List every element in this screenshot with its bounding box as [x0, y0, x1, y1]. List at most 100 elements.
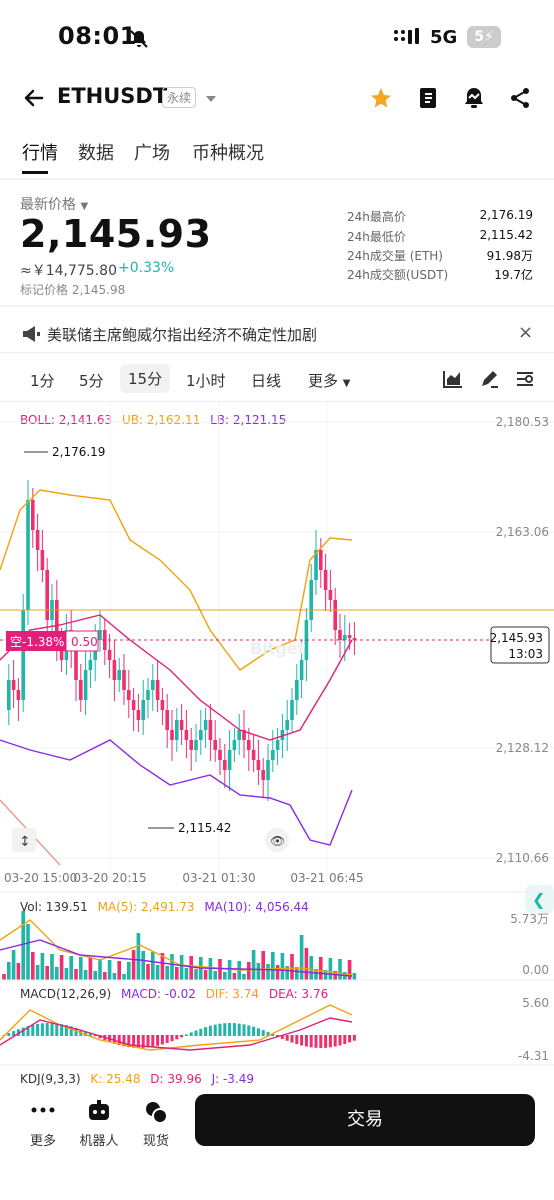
macd-name: MACD(12,26,9): [20, 987, 112, 1001]
share-icon[interactable]: [509, 86, 531, 110]
chart-type-icon[interactable]: [443, 370, 463, 388]
mute-bell-icon: [130, 30, 148, 48]
volume-legend: Vol: 139.51 MA(5): 2,491.73 MA(10): 4,05…: [20, 900, 309, 914]
tab-data[interactable]: 数据: [78, 139, 114, 165]
more-dots-icon[interactable]: [31, 1106, 55, 1114]
kdj-d: D: 39.96: [150, 1072, 202, 1086]
news-ticker[interactable]: 美联储主席鲍威尔指出经济不确定性加剧: [47, 324, 317, 345]
candle-body: [146, 690, 150, 700]
price-alert-icon[interactable]: [462, 86, 486, 110]
candle-body: [237, 730, 241, 740]
candle-body: [266, 760, 270, 780]
stat-value: 19.7亿: [494, 268, 533, 282]
macd-bar: [261, 1030, 265, 1036]
macd-bar: [319, 1035, 323, 1048]
volume-bar: [136, 933, 141, 980]
macd-bar: [170, 1035, 174, 1042]
candle-body: [309, 580, 313, 620]
tab-coin-overview[interactable]: 币种概况: [192, 139, 264, 165]
candle-body: [227, 750, 232, 770]
candle-body: [275, 740, 280, 750]
volume-bar: [338, 959, 342, 980]
volume-bar: [26, 924, 30, 980]
kdj-legend: KDJ(9,3,3) K: 25.48 D: 39.96 J: -3.49: [20, 1072, 254, 1086]
stat-label: 24h成交量 (ETH): [347, 249, 443, 263]
draw-tool-icon[interactable]: [479, 369, 499, 389]
volume-bar: [280, 953, 285, 980]
macd-bar: [232, 1023, 236, 1036]
macd-bar: [352, 1035, 356, 1041]
candle-body: [141, 700, 145, 720]
last-price-label[interactable]: 最新价格 ▼: [20, 194, 88, 214]
settings-sliders-icon[interactable]: [515, 370, 535, 388]
watermark: Bitget: [250, 639, 306, 658]
vol-ma5: MA(5): 2,491.73: [97, 900, 195, 914]
spot-coins-icon[interactable]: [144, 1100, 168, 1124]
kline-chart[interactable]: BOLL: 2,141.63 UB: 2,162.11 LB: 2,121.15…: [0, 400, 554, 1090]
macd-bar: [146, 1035, 150, 1048]
robot-icon[interactable]: [87, 1100, 111, 1122]
back-arrow-icon[interactable]: [22, 86, 46, 110]
main-tabs: 行情 数据 广场 币种概况: [0, 135, 554, 179]
stat-label: 24h最低价: [347, 230, 406, 244]
candle-body: [271, 750, 275, 760]
x-axis-tick: 03-20 15:00: [4, 871, 77, 885]
trade-button[interactable]: 交易: [195, 1094, 535, 1146]
low-label: 2,115.42: [178, 821, 231, 835]
volume-bar: [247, 962, 251, 980]
last-price-label-text: 最新价格: [20, 197, 76, 213]
tab-market[interactable]: 行情: [22, 139, 58, 165]
high-label: 2,176.19: [52, 445, 105, 459]
candle-body: [7, 680, 11, 710]
change-percent: +0.33%: [118, 260, 175, 276]
volume-bar: [328, 958, 333, 980]
candle-body: [155, 680, 160, 700]
tab-square[interactable]: 广场: [134, 139, 170, 165]
battery-indicator: 5⚡: [467, 26, 501, 48]
macd-dif: DIF: 3.74: [205, 987, 260, 1001]
macd-bar: [256, 1028, 260, 1036]
volume-bar: [179, 955, 184, 980]
volume-tick: 5.73万: [510, 912, 549, 926]
nav-robot[interactable]: 机器人: [74, 1130, 124, 1149]
volume-bar: [50, 954, 54, 980]
divider: [0, 178, 554, 180]
pair-title[interactable]: ETHUSDT: [57, 84, 167, 108]
nav-spot[interactable]: 现货: [131, 1130, 181, 1149]
candle-body: [223, 760, 227, 770]
interval-more[interactable]: 更多 ▼: [308, 370, 351, 391]
volume-bar: [151, 952, 155, 980]
candle-body: [112, 660, 117, 680]
interval-1m[interactable]: 1分: [30, 370, 55, 391]
nav-more[interactable]: 更多: [18, 1130, 68, 1149]
volume-bar: [170, 954, 174, 980]
volume-bar: [155, 965, 160, 980]
star-icon[interactable]: [369, 86, 393, 110]
candle-body: [117, 670, 121, 680]
candle-body: [319, 550, 323, 570]
candle-body: [285, 720, 289, 730]
interval-1h[interactable]: 1小时: [186, 370, 226, 391]
volume-bar: [117, 961, 121, 980]
interval-15m[interactable]: 15分: [120, 364, 171, 393]
candle-body: [247, 740, 251, 750]
candle-body: [256, 760, 261, 770]
volume-bar: [69, 956, 73, 980]
vol-value: Vol: 139.51: [20, 900, 88, 914]
volume-bar: [88, 958, 93, 980]
position-qty: 0.50: [71, 635, 98, 649]
macd-bar: [50, 1023, 54, 1036]
candle-body: [323, 570, 328, 590]
close-icon[interactable]: ×: [518, 322, 533, 343]
dropdown-icon[interactable]: [205, 94, 217, 104]
battery-level: 5: [474, 29, 484, 45]
volume-bar: [218, 959, 222, 980]
interval-5m[interactable]: 5分: [79, 370, 104, 391]
volume-bar: [98, 959, 102, 980]
candle-body: [127, 690, 131, 700]
candle-body: [290, 700, 294, 720]
interval-daily[interactable]: 日线: [251, 370, 281, 391]
macd-bar: [175, 1035, 179, 1040]
macd-bar: [40, 1023, 44, 1036]
notebook-icon[interactable]: [417, 86, 439, 110]
